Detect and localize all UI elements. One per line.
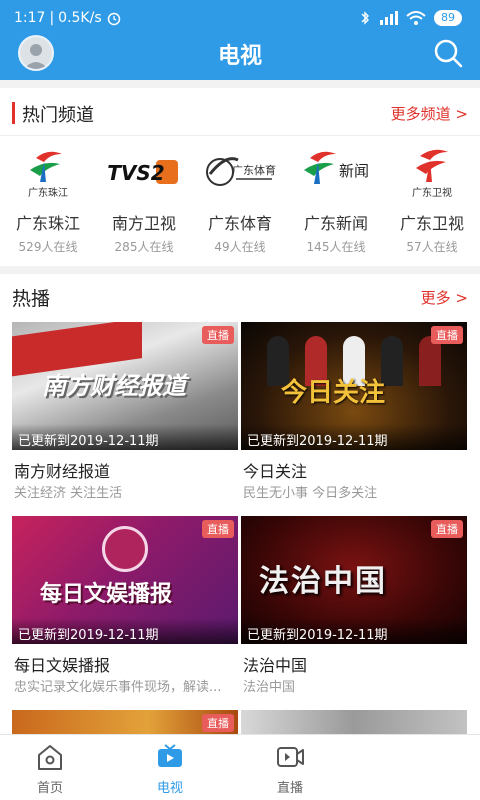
update-label: 已更新到2019-12-11期 xyxy=(241,618,467,644)
channel-name: 广东珠江 xyxy=(15,214,80,233)
status-time: 1:17 xyxy=(14,10,46,26)
channel-item[interactable]: 广东体育 广东体育 49人在线 xyxy=(192,144,288,255)
program-card[interactable]: 法治中国 直播 已更新到2019-12-11期 法治中国 法治中国 xyxy=(241,516,467,700)
program-card[interactable]: 直播 xyxy=(12,710,238,734)
signal-icon xyxy=(380,11,398,25)
hot-play-header: 热播 更多 > xyxy=(0,274,480,320)
channel-viewers: 145人在线 xyxy=(306,240,366,254)
status-divider: | xyxy=(49,10,55,26)
update-label: 已更新到2019-12-11期 xyxy=(241,424,467,450)
program-card[interactable] xyxy=(241,710,467,734)
channel-name: 广东体育 xyxy=(207,214,272,233)
channel-logo-text: 新闻 xyxy=(339,162,369,180)
status-left: 1:17 | 0.5K/s xyxy=(14,10,122,26)
channel-name: 广东卫视 xyxy=(399,214,464,233)
channel-item[interactable]: 广东珠江 广东珠江 529人在线 xyxy=(0,144,96,255)
bluetooth-icon xyxy=(361,11,369,25)
update-label: 已更新到2019-12-11期 xyxy=(12,618,238,644)
wifi-icon xyxy=(406,11,426,25)
channel-item[interactable]: 广东卫视 广东卫视 57人在线 xyxy=(384,144,480,255)
update-label: 已更新到2019-12-11期 xyxy=(12,424,238,450)
battery-indicator: 89 xyxy=(434,10,462,26)
thumb-title-text: 南方财经报道 xyxy=(42,372,186,400)
channel-logo-icon: 新闻 xyxy=(304,151,369,184)
nav-live-label: 直播 xyxy=(276,781,303,796)
channel-name: 广东新闻 xyxy=(303,214,368,233)
channel-logo-icon: 广东珠江 xyxy=(28,151,68,199)
program-name: 法治中国 xyxy=(243,656,308,675)
home-icon xyxy=(38,745,62,770)
program-name: 南方财经报道 xyxy=(14,462,111,481)
hot-play-section: 热播 更多 > 南方财经报道 直播 已更新到2019-12-11期 南方财经报道… xyxy=(0,274,480,734)
thumb-title-text: 今日关注 xyxy=(281,378,386,408)
channel-logo-text: 广东珠江 xyxy=(28,186,68,199)
channel-list: 广东珠江 广东珠江 529人在线 TVS2 南方卫视 285人在线 广东体育 广… xyxy=(0,144,480,264)
more-channels-link[interactable]: 更多频道 > xyxy=(391,103,468,124)
tv-icon xyxy=(158,744,182,767)
channel-viewers: 529人在线 xyxy=(18,240,78,254)
program-desc: 民生无小事 今日多关注 xyxy=(243,486,378,501)
program-desc: 忠实记录文化娱乐事件现场，解读... xyxy=(14,680,222,695)
program-desc: 法治中国 xyxy=(243,680,296,695)
channel-viewers: 49人在线 xyxy=(214,240,266,254)
program-thumbnail xyxy=(241,710,467,734)
thumb-title-text: 每日文娱播报 xyxy=(40,582,173,607)
nav-tv-label: 电视 xyxy=(156,781,183,796)
program-card[interactable]: 南方财经报道 直播 已更新到2019-12-11期 南方财经报道 关注经济 关注… xyxy=(12,322,238,506)
nav-bar: 电视 xyxy=(0,32,480,76)
program-name: 每日文娱播报 xyxy=(14,656,111,675)
program-thumbnail: 今日关注 直播 已更新到2019-12-11期 xyxy=(241,322,467,450)
channel-viewers: 57人在线 xyxy=(406,240,458,254)
channel-viewers: 285人在线 xyxy=(114,240,174,254)
nav-live[interactable]: 直播 xyxy=(250,743,330,796)
channel-logo-icon: TVS2 xyxy=(107,158,178,186)
live-badge: 直播 xyxy=(202,714,234,732)
nav-tv[interactable]: 电视 xyxy=(130,743,210,796)
status-right: 89 xyxy=(360,10,462,26)
channel-logo-text: 广东卫视 xyxy=(412,186,452,199)
nav-home[interactable]: 首页 xyxy=(10,743,90,796)
live-badge: 直播 xyxy=(202,326,234,344)
channel-logo-icon: 广东卫视 xyxy=(412,149,452,199)
more-play-link[interactable]: 更多 > xyxy=(421,287,468,308)
bottom-nav: 首页 电视 直播 xyxy=(0,734,480,800)
nav-home-label: 首页 xyxy=(36,781,63,796)
section-accent-bar xyxy=(12,102,15,124)
channel-name: 南方卫视 xyxy=(111,214,176,233)
channel-logo-text: 广东体育 xyxy=(232,163,276,177)
program-desc: 关注经济 关注生活 xyxy=(14,486,123,501)
program-card[interactable]: 每日文娱播报 直播 已更新到2019-12-11期 每日文娱播报 忠实记录文化娱… xyxy=(12,516,238,700)
search-icon[interactable] xyxy=(432,37,464,69)
hot-channels-section: 热门频道 更多频道 > 广东珠江 广东珠江 529人在线 TVS2 南方卫视 2… xyxy=(0,88,480,266)
program-thumbnail: 直播 xyxy=(12,710,238,734)
live-badge: 直播 xyxy=(431,326,463,344)
channel-item[interactable]: TVS2 南方卫视 285人在线 xyxy=(96,144,192,255)
live-video-icon xyxy=(277,747,304,767)
live-badge: 直播 xyxy=(202,520,234,538)
channel-item[interactable]: 新闻 广东新闻 145人在线 xyxy=(288,144,384,255)
program-thumbnail: 法治中国 直播 已更新到2019-12-11期 xyxy=(241,516,467,644)
app-header: 1:17 | 0.5K/s 89 电视 xyxy=(0,0,480,80)
program-card[interactable]: 今日关注 直播 已更新到2019-12-11期 今日关注 民生无小事 今日多关注 xyxy=(241,322,467,506)
thumb-emblem xyxy=(102,526,148,572)
hot-play-title: 热播 xyxy=(12,288,51,310)
live-badge: 直播 xyxy=(431,520,463,538)
channel-logo-text: TVS2 xyxy=(107,161,164,185)
status-speed: 0.5K/s xyxy=(58,10,102,26)
channel-logo-icon: 广东体育 xyxy=(206,157,276,186)
thumb-title-text: 法治中国 xyxy=(259,564,387,599)
alarm-icon xyxy=(107,12,120,26)
hot-channels-header: 热门频道 更多频道 > xyxy=(0,88,480,136)
page-title: 电视 xyxy=(217,44,262,69)
program-thumbnail: 南方财经报道 直播 已更新到2019-12-11期 xyxy=(12,322,238,450)
program-thumbnail: 每日文娱播报 直播 已更新到2019-12-11期 xyxy=(12,516,238,644)
hot-channels-title: 热门频道 xyxy=(22,105,94,126)
program-name: 今日关注 xyxy=(243,462,308,481)
